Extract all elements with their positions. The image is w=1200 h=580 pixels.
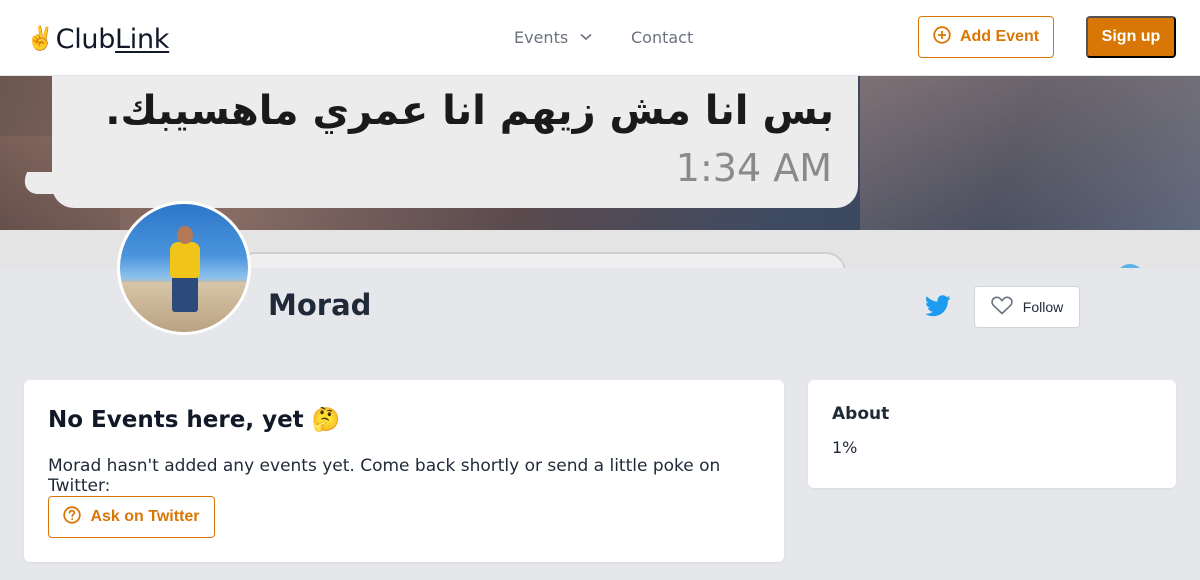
follow-button[interactable]: Follow bbox=[974, 286, 1080, 328]
chat-bubble: بس انا مش زيهم انا عمري ماهسيبك. 1:34 AM bbox=[52, 76, 858, 208]
logo-text: ClubLink bbox=[55, 23, 170, 55]
ask-on-twitter-button[interactable]: Ask on Twitter bbox=[48, 496, 215, 538]
sign-up-button[interactable]: Sign up bbox=[1086, 16, 1176, 58]
site-header: ✌️ ClubLink Events Contact Add Event Sig… bbox=[0, 0, 1200, 76]
about-text: 1% bbox=[832, 438, 858, 457]
events-card: No Events here, yet 🤔 Morad hasn't added… bbox=[24, 380, 784, 562]
plus-circle-icon bbox=[933, 25, 951, 49]
about-card: About 1% bbox=[808, 380, 1176, 488]
chat-message-time: 1:34 AM bbox=[675, 146, 832, 190]
follow-label: Follow bbox=[1022, 299, 1064, 315]
nav-events-label: Events bbox=[514, 27, 569, 47]
ask-on-twitter-label: Ask on Twitter bbox=[90, 508, 200, 525]
question-circle-icon bbox=[63, 505, 82, 529]
logo-link[interactable]: ✌️ ClubLink bbox=[26, 22, 169, 56]
avatar bbox=[117, 201, 251, 335]
events-empty-description: Morad hasn't added any events yet. Come … bbox=[48, 456, 721, 496]
events-empty-title: No Events here, yet 🤔 bbox=[48, 407, 341, 433]
chat-message-text: بس انا مش زيهم انا عمري ماهسيبك. bbox=[105, 88, 834, 134]
nav-events-dropdown[interactable]: Events bbox=[514, 26, 592, 48]
nav-contact-link[interactable]: Contact bbox=[631, 26, 693, 48]
chevron-down-icon bbox=[580, 33, 592, 41]
add-event-button[interactable]: Add Event bbox=[918, 16, 1054, 58]
add-event-label: Add Event bbox=[959, 28, 1040, 45]
about-title: About bbox=[832, 404, 890, 424]
victory-hand-icon: ✌️ bbox=[26, 25, 55, 52]
twitter-icon[interactable] bbox=[925, 295, 951, 319]
profile-name: Morad bbox=[268, 288, 372, 322]
heart-icon bbox=[991, 296, 1013, 318]
